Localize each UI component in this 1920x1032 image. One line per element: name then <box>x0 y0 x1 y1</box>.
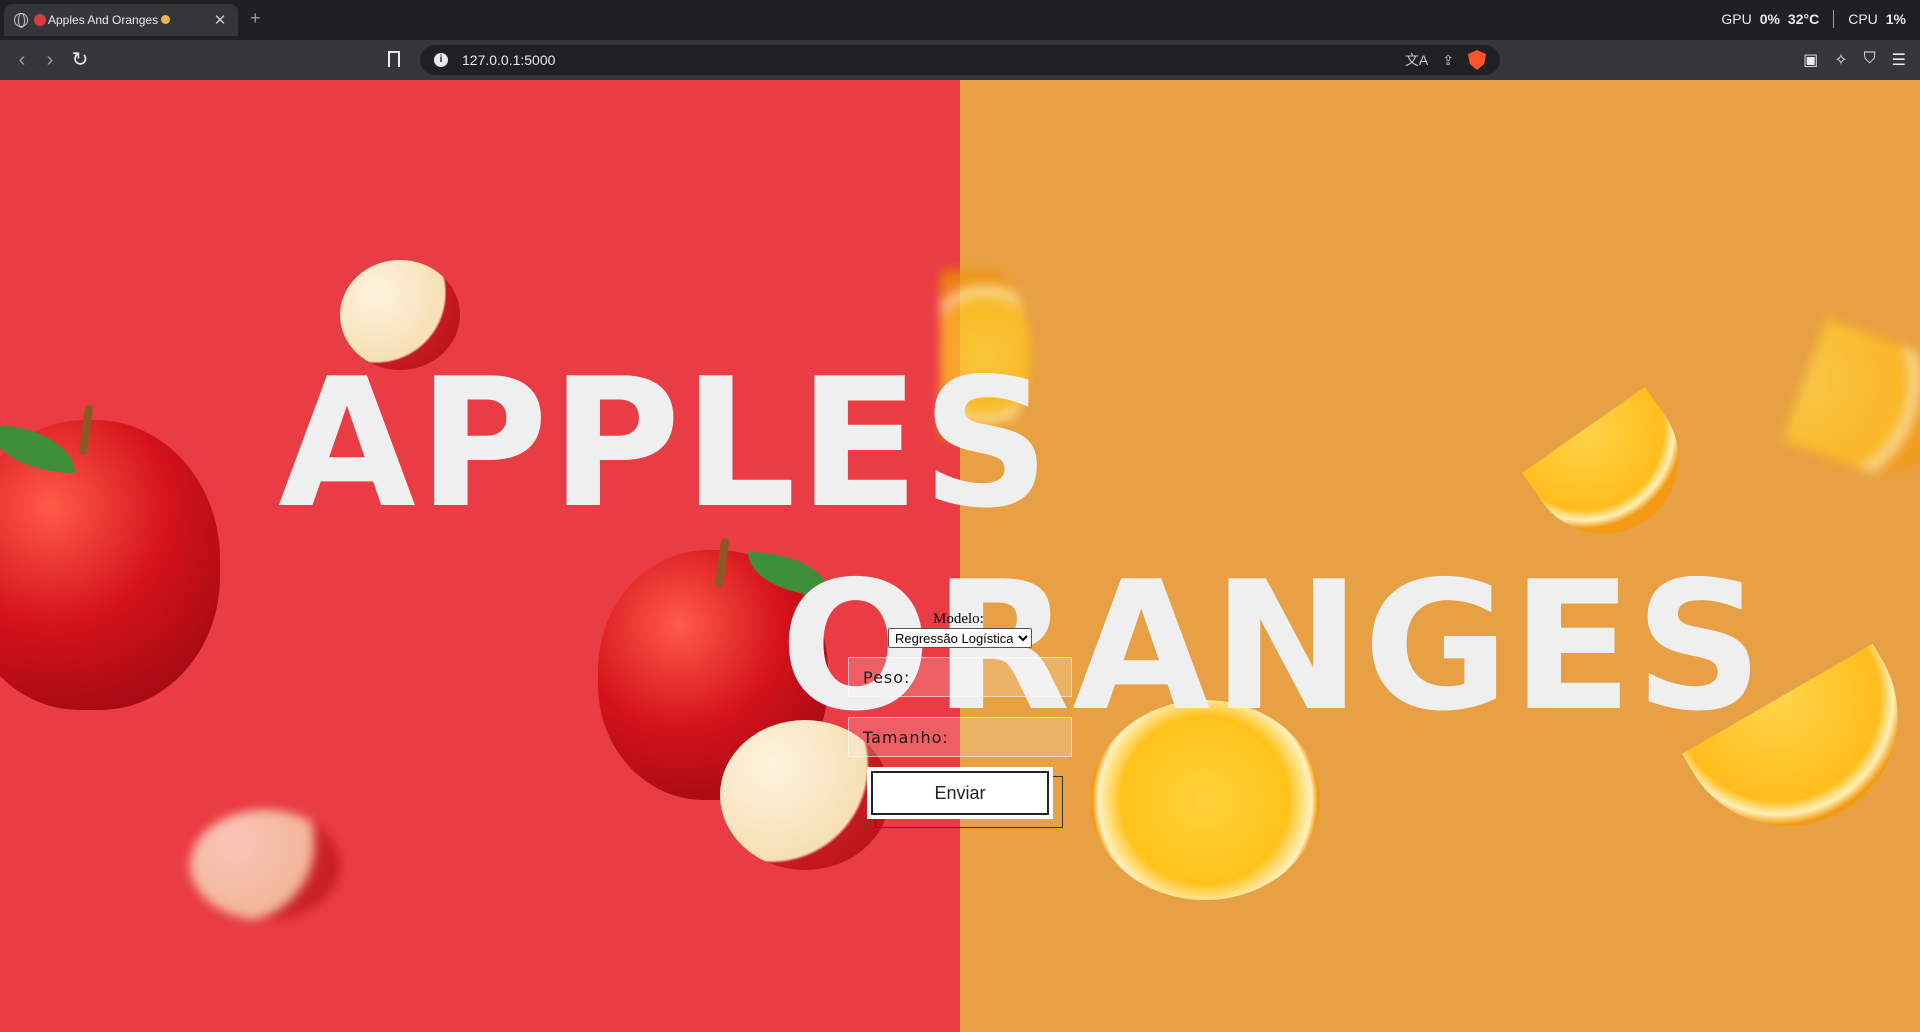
submit-button[interactable]: Enviar <box>867 767 1053 819</box>
submit-button-label: Enviar <box>934 782 986 803</box>
model-select[interactable]: Regressão Logística <box>888 628 1032 648</box>
brave-shields-icon[interactable] <box>1468 50 1486 70</box>
cpu-value: 1% <box>1885 11 1906 27</box>
peso-input[interactable]: Peso: <box>848 657 1072 697</box>
close-tab-icon[interactable]: ✕ <box>212 11 228 29</box>
menu-icon[interactable]: ☰ <box>1892 50 1906 70</box>
peso-label: Peso: <box>863 667 911 687</box>
new-tab-button[interactable]: + <box>250 8 261 29</box>
cpu-label: CPU <box>1848 11 1878 27</box>
tamanho-input[interactable]: Tamanho: <box>848 717 1072 757</box>
gpu-label: GPU <box>1721 11 1752 27</box>
tamanho-label: Tamanho: <box>863 727 949 747</box>
site-info-icon[interactable]: i <box>434 53 448 67</box>
reload-icon[interactable]: ↻ <box>68 48 92 72</box>
orange-favicon-icon <box>161 15 171 24</box>
system-stats: GPU 0% 32°C CPU 1% <box>1721 10 1906 28</box>
toolbar-right: ▣ ✧ ⛉ ☰ <box>1803 50 1906 70</box>
leo-ai-icon[interactable]: ✧ <box>1834 50 1847 70</box>
translate-icon[interactable]: 文A <box>1405 50 1428 70</box>
stats-divider <box>1833 10 1835 28</box>
bookmark-icon[interactable] <box>388 51 400 67</box>
vpn-shield-icon[interactable]: ⛉ <box>1864 50 1876 70</box>
temperature-value: 32°C <box>1787 11 1820 27</box>
address-bar-actions: 文A ⇪ <box>1405 50 1486 70</box>
apple-favicon-icon <box>34 14 46 26</box>
globe-icon <box>14 13 28 28</box>
page-viewport: APPLES ORANGES Modelo: Regressão Logísti… <box>0 80 1920 1032</box>
prediction-form: Modelo: Regressão Logística Peso: Tamanh… <box>0 80 1920 1032</box>
browser-tab[interactable]: Apples And Oranges ✕ <box>4 4 238 36</box>
back-icon[interactable]: ‹ <box>10 48 34 72</box>
forward-icon[interactable]: › <box>38 48 62 72</box>
url-text[interactable]: 127.0.0.1:5000 <box>462 52 1405 68</box>
tab-title: Apples And Oranges <box>48 13 212 27</box>
gpu-value: 0% <box>1759 11 1780 27</box>
sidebar-icon[interactable]: ▣ <box>1803 50 1818 70</box>
model-label: Modelo: <box>933 611 984 627</box>
share-icon[interactable]: ⇪ <box>1442 52 1454 69</box>
address-bar[interactable]: i 127.0.0.1:5000 文A ⇪ <box>420 45 1500 75</box>
tab-strip: Apples And Oranges ✕ + GPU 0% 32°C CPU 1… <box>0 0 1920 40</box>
